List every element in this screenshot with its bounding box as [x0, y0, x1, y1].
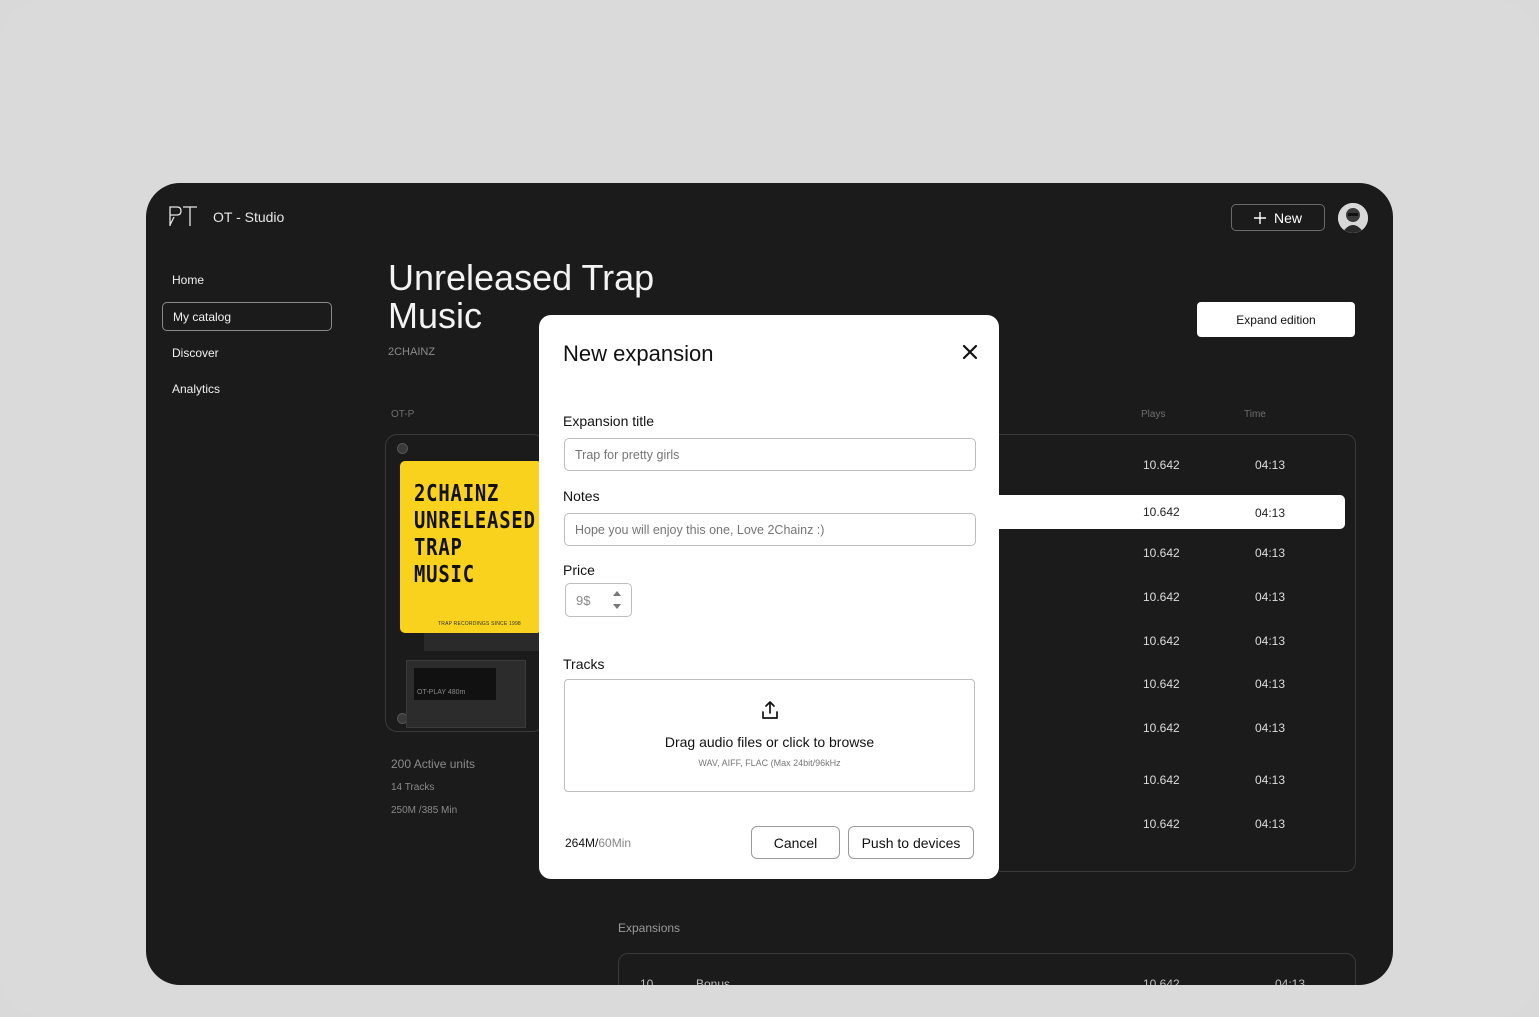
track-time: 04:13 [1255, 506, 1286, 520]
track-plays: 10.642 [1143, 817, 1180, 831]
avatar[interactable] [1338, 203, 1368, 233]
dropzone-formats: WAV, AIFF, FLAC (Max 24bit/96kHz [698, 758, 841, 768]
sidebar-item-label: Discover [172, 345, 219, 360]
expand-edition-button[interactable]: Expand edition [1197, 302, 1355, 337]
push-to-devices-button[interactable]: Push to devices [848, 826, 974, 859]
expansion-time: 04:13 [1275, 977, 1306, 985]
track-time: 04:13 [1255, 817, 1286, 831]
modal-title: New expansion [563, 341, 714, 366]
track-time: 04:13 [1255, 677, 1286, 691]
cancel-button[interactable]: Cancel [751, 826, 840, 859]
expansion-title-input[interactable] [564, 438, 976, 471]
rt-logo-icon[interactable] [168, 205, 198, 227]
usage-used: 264M/ [565, 836, 599, 850]
sidebar-item-discover[interactable]: Discover [162, 338, 332, 367]
active-units: 200 Active units [391, 757, 476, 771]
sidebar-item-label: Analytics [172, 381, 221, 396]
track-plays: 10.642 [1143, 721, 1180, 735]
track-plays: 10.642 [1143, 458, 1180, 472]
expansions-heading: Expansions [618, 921, 681, 935]
storage-usage: 264M/60Min [565, 836, 631, 850]
artist-name: 2CHAINZ [388, 346, 436, 358]
track-plays: 10.642 [1143, 634, 1180, 648]
sidebar-item-label: Home [172, 272, 205, 287]
expansion-number: 10 [640, 977, 654, 985]
sidebar-item-home[interactable]: Home [162, 265, 332, 294]
new-button-label: New [1273, 209, 1302, 226]
expansion-name: Bonus [696, 977, 731, 985]
track-time: 04:13 [1255, 458, 1286, 472]
device-screw [397, 443, 408, 454]
track-count: 14 Tracks [391, 782, 435, 793]
track-plays: 10.642 [1143, 773, 1180, 787]
track-plays: 10.642 [1143, 546, 1180, 560]
album-cover[interactable]: 2CHAINZ UNRELEASED TRAP MUSIC TRAP RECOR… [400, 461, 542, 633]
storage-usage: 250M /385 Min [391, 805, 458, 816]
column-time: Time [1244, 409, 1266, 420]
app-title: OT - Studio [213, 209, 285, 225]
device-slot [424, 633, 542, 651]
album-cover-title: 2CHAINZ UNRELEASED TRAP MUSIC [414, 481, 536, 588]
price-stepper[interactable]: 9$ [565, 583, 632, 617]
sidebar-item-analytics[interactable]: Analytics [162, 374, 332, 403]
notes-label: Notes [563, 488, 600, 504]
track-time: 04:13 [1255, 590, 1286, 604]
track-plays: 10.642 [1143, 677, 1180, 691]
avatar-image [1338, 203, 1368, 233]
track-time: 04:13 [1255, 546, 1286, 560]
page-title-line1: Unreleased Trap [388, 257, 655, 298]
device-screen-label: OT-PLAY 480m [417, 689, 466, 696]
device-screen: OT-PLAY 480m [414, 668, 496, 700]
track-dropzone[interactable]: Drag audio files or click to browse WAV,… [564, 679, 975, 792]
track-plays: 10.642 [1143, 505, 1180, 519]
column-device: OT-P [391, 409, 415, 420]
new-expansion-modal: New expansion Expansion title Notes Pric… [539, 315, 999, 879]
track-time: 04:13 [1255, 634, 1286, 648]
sidebar-item-my-catalog[interactable]: My catalog [162, 302, 332, 331]
track-time: 04:13 [1255, 773, 1286, 787]
price-label: Price [563, 562, 595, 578]
upload-icon [762, 701, 778, 719]
stepper-icon[interactable] [612, 589, 622, 611]
track-plays: 10.642 [1143, 590, 1180, 604]
expansion-plays: 10.642 [1143, 977, 1180, 985]
new-button[interactable]: New [1231, 204, 1325, 231]
close-icon[interactable] [959, 341, 981, 363]
album-cover-footer: TRAP RECORDINGS SINCE 1998 [438, 621, 521, 627]
column-plays: Plays [1141, 409, 1166, 420]
usage-limit: 60Min [598, 836, 632, 850]
expansion-title-label: Expansion title [563, 413, 655, 429]
notes-input[interactable] [564, 513, 976, 546]
dropzone-instruction: Drag audio files or click to browse [664, 734, 875, 750]
price-value: 9$ [576, 593, 591, 608]
sidebar-item-label: My catalog [173, 309, 232, 324]
plus-icon [1253, 211, 1266, 224]
tracks-label: Tracks [563, 656, 605, 672]
track-time: 04:13 [1255, 721, 1286, 735]
